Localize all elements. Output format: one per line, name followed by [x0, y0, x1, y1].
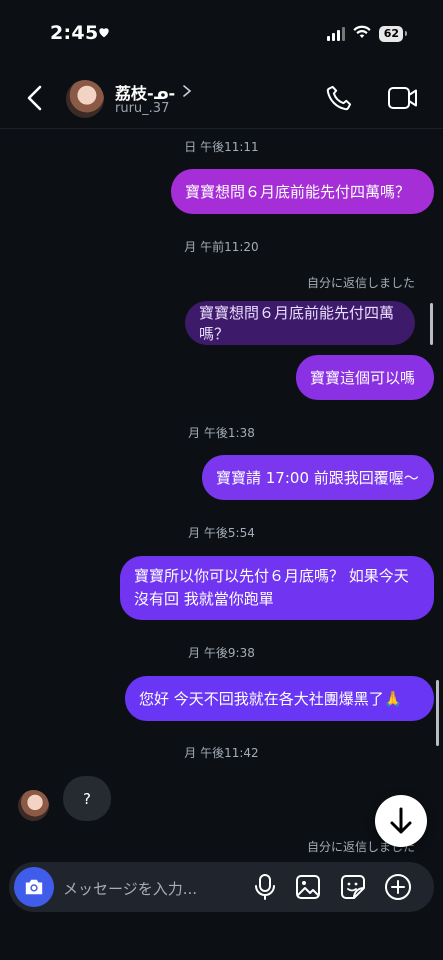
signal-icon [326, 26, 345, 41]
arrow-down-icon [390, 807, 412, 834]
timestamp: 月 午前11:20 [184, 240, 259, 254]
back-icon[interactable] [24, 84, 46, 116]
camera-button[interactable] [14, 867, 54, 907]
message-bubble-sent[interactable]: 寶寶想問６月底前能先付四萬嗎？ [171, 169, 434, 214]
timestamp: 月 午後9:38 [188, 646, 255, 660]
chevron-right-icon[interactable] [182, 83, 192, 102]
message-bubble-sent[interactable]: 寶寶這個可以嗎 [296, 355, 434, 400]
status-indicators: 62 [326, 24, 408, 43]
wifi-icon [353, 24, 371, 43]
status-time: 2:45 [50, 22, 99, 44]
camera-icon [25, 879, 43, 895]
message-bubble-sent[interactable]: 寶寶所以你可以先付６月底嗎？ 如果今天 沒有回 我就當你跑單 [120, 556, 434, 620]
timestamp: 日 午後11:11 [184, 140, 259, 154]
message-input[interactable]: メッセージを入力... [63, 878, 197, 899]
timestamp: 月 午後1:38 [188, 426, 255, 440]
scroll-to-bottom-button[interactable] [375, 795, 427, 847]
sender-avatar[interactable] [18, 790, 49, 821]
header-divider [0, 128, 443, 129]
contact-avatar[interactable] [66, 80, 104, 118]
reply-indicator-bar [430, 303, 433, 345]
message-line: 沒有回 我就當你跑單 [134, 590, 274, 608]
quoted-message[interactable]: 寶寶想問６月底前能先付四萬嗎？ [185, 301, 415, 345]
phone-call-icon[interactable] [325, 84, 353, 116]
video-call-icon[interactable] [387, 86, 419, 114]
timestamp: 月 午後5:54 [188, 526, 255, 540]
message-bubble-sent[interactable]: 寶寶請 17:00 前跟我回覆喔〜 [202, 455, 434, 500]
image-gallery-icon[interactable] [293, 872, 323, 902]
message-bubble-sent[interactable]: 您好 今天不回我就在各大社團爆黑了🙏 [125, 676, 434, 721]
contact-handle: ruru_.37 [115, 101, 170, 116]
message-bubble-received[interactable]: ? [63, 776, 111, 821]
heart-icon [97, 24, 111, 43]
sticker-icon[interactable] [338, 872, 368, 902]
battery-indicator: 62 [378, 25, 408, 42]
reply-note: 自分に返信しました [306, 276, 415, 290]
add-plus-icon[interactable] [383, 872, 413, 902]
message-line: 寶寶所以你可以先付６月底嗎？ 如果今天 [134, 567, 409, 585]
timestamp: 月 午後11:42 [184, 746, 259, 760]
microphone-icon[interactable] [250, 872, 280, 902]
scrollbar[interactable] [436, 680, 439, 746]
